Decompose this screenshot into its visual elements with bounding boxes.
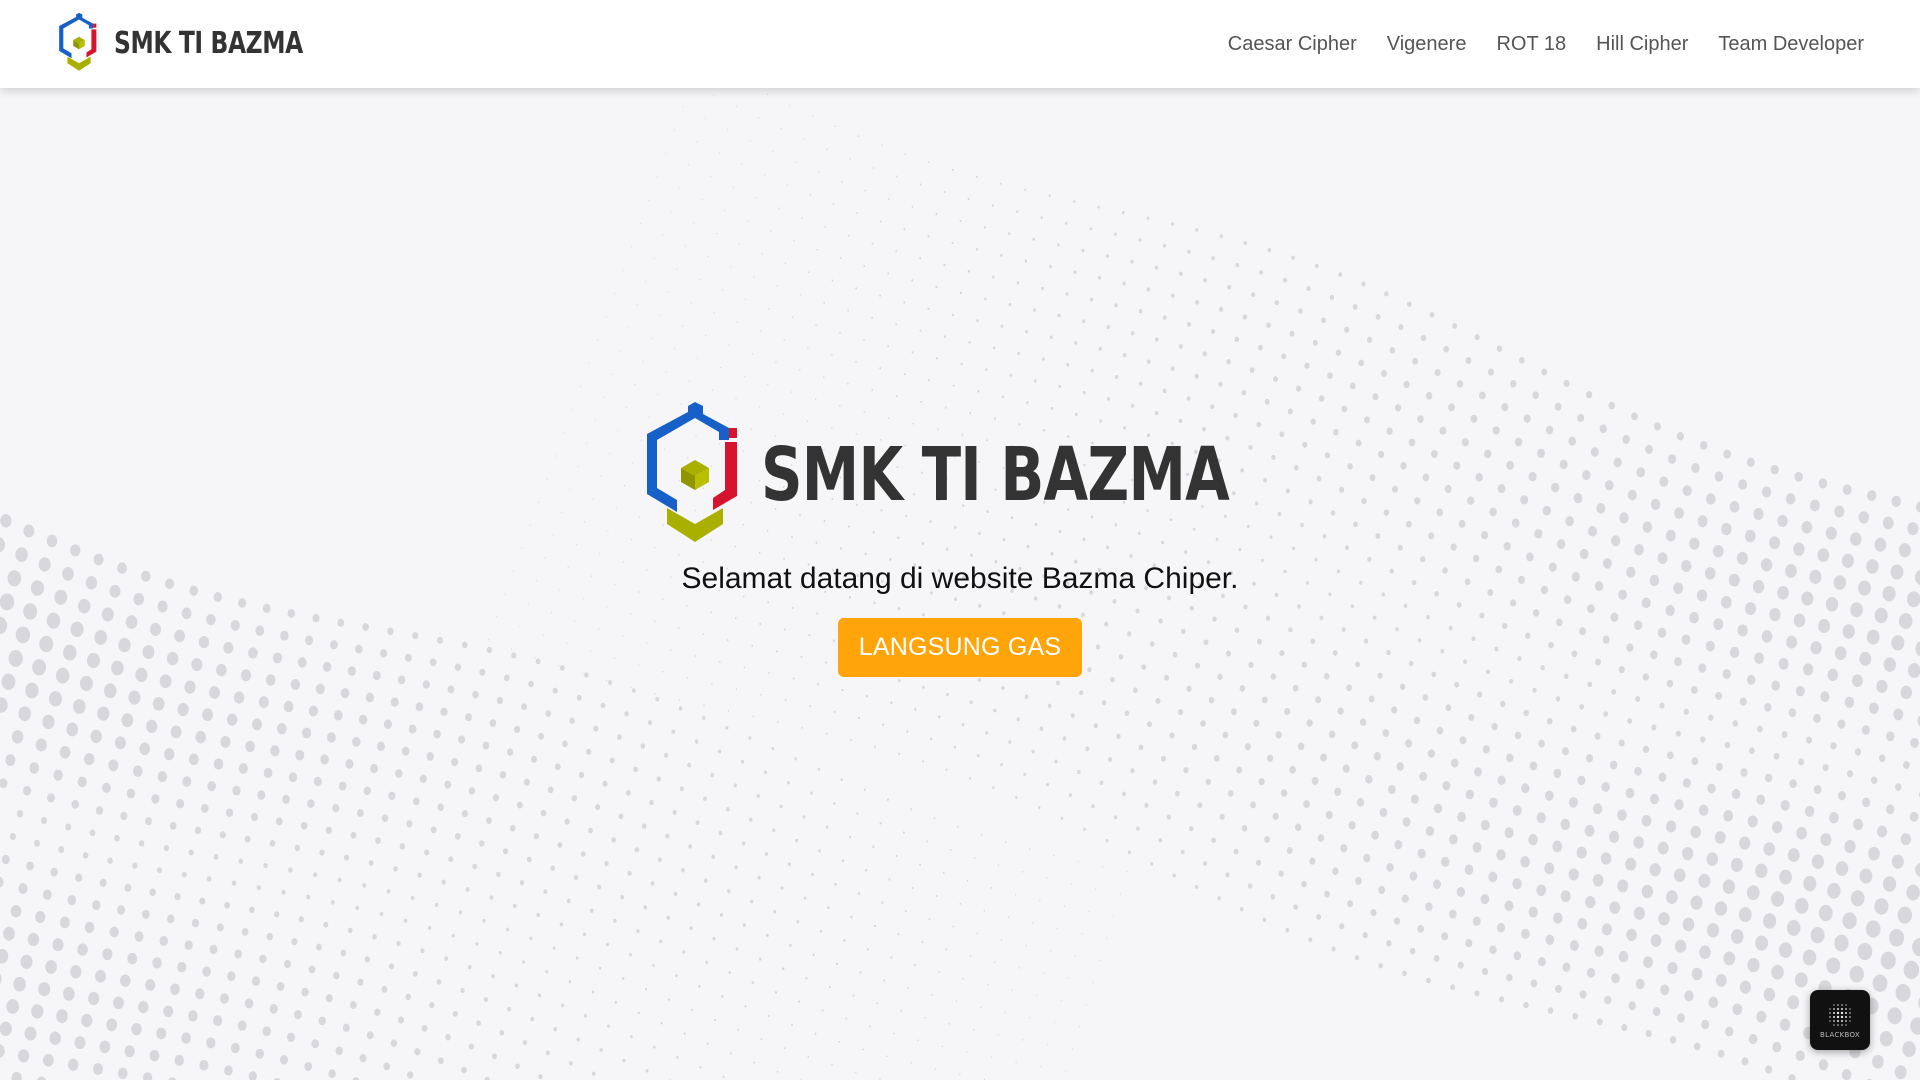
brand-logo-link[interactable]: SMK TI BAZMA [50,12,356,74]
hero-section: SMK TI BAZMA Selamat datang di website B… [0,400,1920,677]
school-logo-icon [59,12,97,71]
nav-link-hill-cipher[interactable]: Hill Cipher [1596,33,1688,56]
welcome-text: Selamat datang di website Bazma Chiper. [681,562,1239,595]
brand-text: SMK TI BAZMA [114,25,303,61]
page: SMK TI BAZMA Caesar Cipher Vigenere ROT … [0,0,1920,1080]
nav-menu: Caesar Cipher Vigenere ROT 18 Hill Ciphe… [1228,0,1864,88]
hero-logo-text: SMK TI BAZMA [760,432,1230,518]
hero-logo: SMK TI BAZMA [639,400,1281,550]
langsung-gas-button[interactable]: LANGSUNG GAS [837,618,1083,677]
nav-link-rot-18[interactable]: ROT 18 [1496,33,1566,56]
blackbox-logo-icon [1829,1003,1851,1026]
nav-link-caesar-cipher[interactable]: Caesar Cipher [1228,33,1357,56]
navbar: SMK TI BAZMA Caesar Cipher Vigenere ROT … [0,0,1920,88]
school-logo-large-icon [646,402,737,542]
blackbox-widget-button[interactable]: BLACKBOX [1810,990,1870,1050]
nav-link-team-developer[interactable]: Team Developer [1718,33,1864,56]
nav-link-vigenere[interactable]: Vigenere [1387,33,1467,56]
blackbox-widget-label: BLACKBOX [1820,1030,1860,1039]
